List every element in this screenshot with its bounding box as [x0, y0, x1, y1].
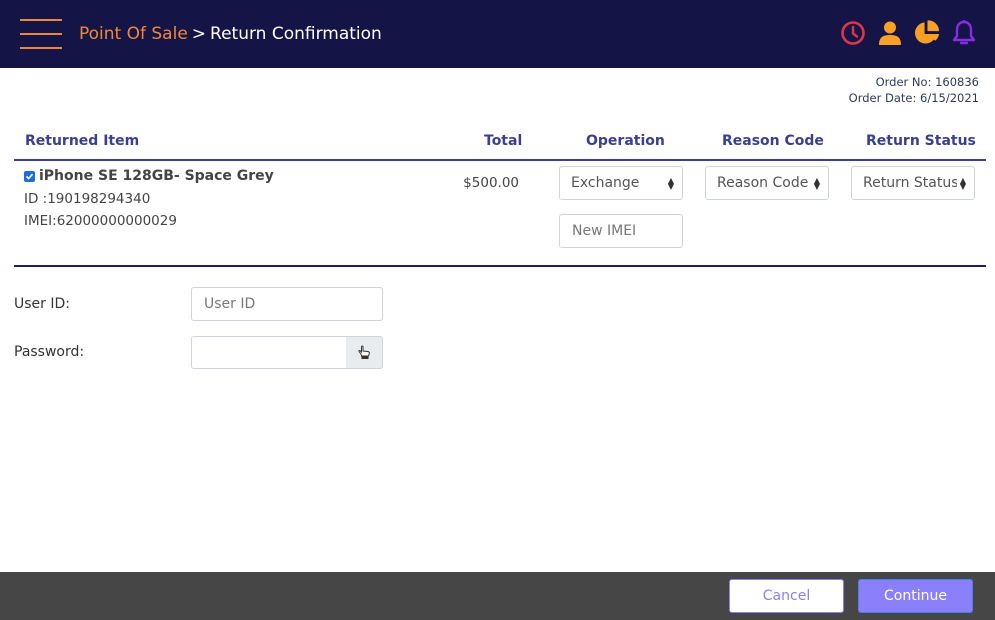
column-return-status: Return Status	[866, 133, 976, 149]
cancel-button[interactable]: Cancel	[729, 579, 844, 613]
order-number: Order No: 160836	[875, 75, 979, 89]
user-id-input[interactable]: User ID	[191, 287, 383, 321]
new-imei-input[interactable]: New IMEI	[559, 214, 683, 248]
breadcrumb-point-of-sale[interactable]: Point Of Sale	[79, 24, 188, 44]
column-operation: Operation	[586, 133, 665, 149]
select-arrows-icon: ▲ ▼	[956, 167, 966, 191]
order-info: Order No: 160836 Order Date: 6/15/2021	[849, 74, 979, 106]
breadcrumb-separator: >	[191, 24, 207, 44]
reason-code-value: Reason Code	[717, 175, 809, 191]
hand-pointer-icon	[358, 345, 370, 359]
top-bar: Point Of Sale > Return Confirmation	[0, 0, 995, 68]
table-row: iPhone SE 128GB- Space Grey ID :19019829…	[14, 161, 986, 267]
column-total: Total	[484, 133, 523, 149]
item-name-text: iPhone SE 128GB- Space Grey	[39, 168, 274, 184]
operation-select[interactable]: Exchange ▲ ▼	[559, 166, 683, 200]
column-returned-item: Returned Item	[25, 133, 140, 149]
page-title: Return Confirmation	[210, 24, 382, 44]
clock-icon[interactable]	[839, 19, 866, 47]
select-arrows-icon: ▲ ▼	[664, 167, 674, 191]
returned-items-table: Returned Item Total Operation Reason Cod…	[14, 128, 986, 267]
reason-code-select[interactable]: Reason Code ▲ ▼	[705, 166, 829, 200]
footer-bar: Cancel Continue	[0, 572, 995, 620]
menu-icon[interactable]	[20, 19, 62, 49]
select-arrows-icon: ▲ ▼	[810, 167, 820, 191]
breadcrumb: Point Of Sale > Return Confirmation	[79, 22, 382, 46]
return-status-value: Return Status	[863, 175, 959, 191]
item-total: $500.00	[463, 175, 519, 191]
password-label: Password:	[14, 344, 85, 360]
fingerprint-button[interactable]	[346, 336, 383, 369]
operation-value: Exchange	[571, 175, 640, 191]
item-id: ID :190198294340	[24, 191, 151, 207]
order-date: Order Date: 6/15/2021	[848, 91, 979, 105]
column-reason-code: Reason Code	[722, 133, 824, 149]
continue-button[interactable]: Continue	[858, 579, 973, 613]
password-input[interactable]	[191, 336, 347, 369]
item-imei: IMEI:62000000000029	[24, 213, 177, 229]
item-name: iPhone SE 128GB- Space Grey	[24, 168, 274, 184]
pie-chart-icon[interactable]	[913, 19, 940, 47]
table-header: Returned Item Total Operation Reason Cod…	[14, 128, 986, 161]
return-status-select[interactable]: Return Status ▲ ▼	[851, 166, 975, 200]
user-id-label: User ID:	[14, 296, 70, 312]
user-icon[interactable]	[876, 19, 903, 47]
bell-icon[interactable]	[950, 19, 977, 47]
item-checkbox[interactable]	[24, 170, 35, 182]
